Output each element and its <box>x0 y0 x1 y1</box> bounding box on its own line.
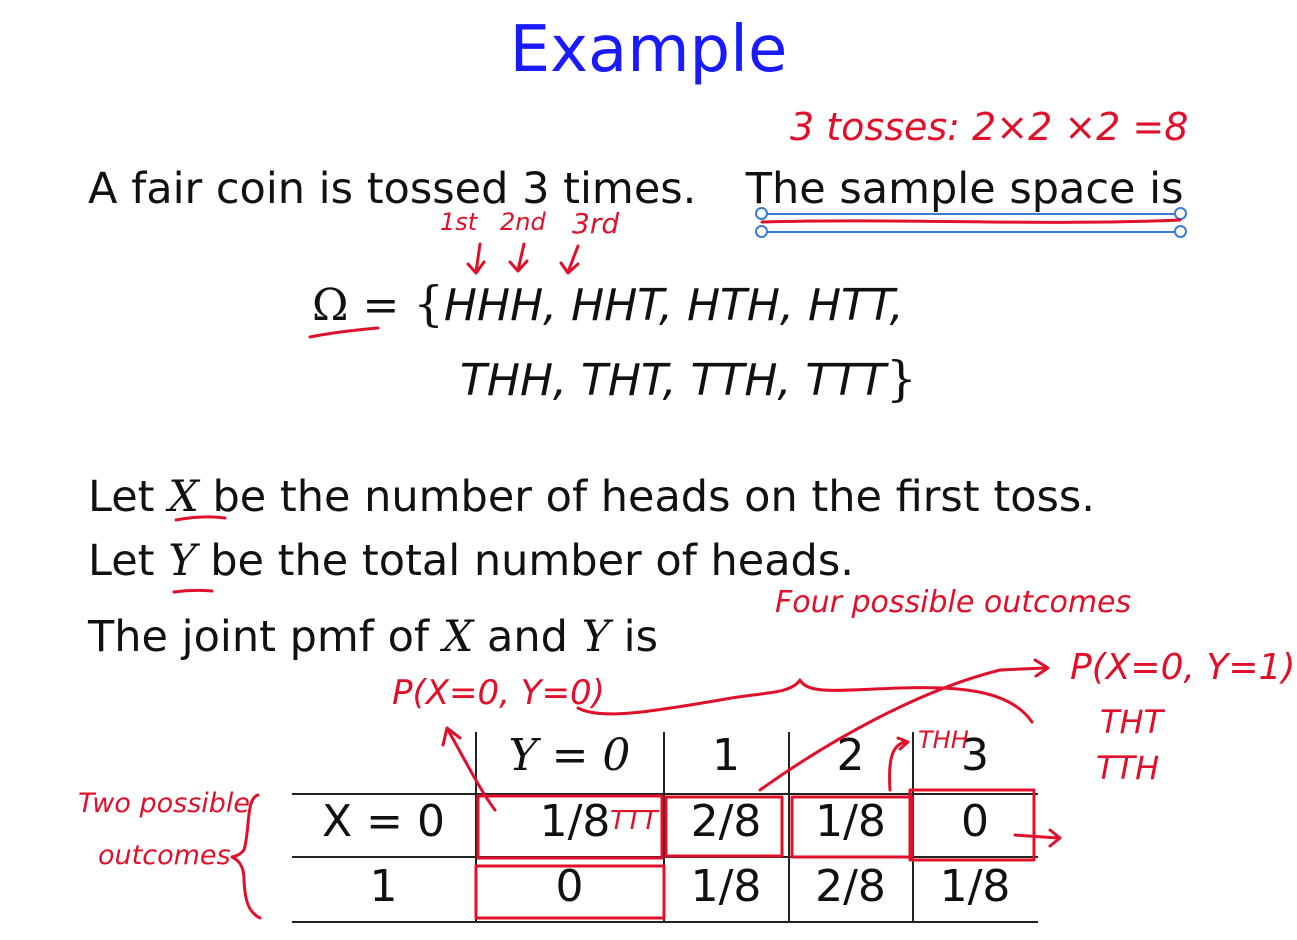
note-third: 3rd <box>572 207 620 240</box>
table-cell: 0 <box>961 796 989 847</box>
note-tth: TTH <box>1096 749 1160 787</box>
table-cell: 2/8 <box>815 861 886 912</box>
note-thh: THH <box>918 726 969 754</box>
slide: Example A fair coin is tossed 3 times. T… <box>0 0 1297 940</box>
row-label: X = 0 <box>322 796 445 847</box>
note-outcomes: outcomes <box>98 840 231 871</box>
table-rule <box>292 793 1038 795</box>
row-label: 1 <box>369 861 398 912</box>
table-rule <box>292 921 1038 923</box>
table-cell: 1/8 <box>939 861 1011 912</box>
note-four-outcomes: Four possible outcomes <box>775 585 1132 620</box>
table-cell: 2/8 <box>690 796 762 847</box>
note-p-x0-y1: P(X=0, Y=1) <box>1070 647 1296 688</box>
table-cell: 0 <box>555 861 584 912</box>
note-two-possible: Two possible <box>78 788 251 819</box>
note-p-x0-y0: P(X=0, Y=0) <box>392 673 605 713</box>
note-tosses: 3 tosses: 2×2 ×2 =8 <box>790 105 1189 149</box>
col-header: 1 <box>712 730 740 781</box>
note-second: 2nd <box>500 208 546 236</box>
note-ttt: TTT <box>610 806 658 836</box>
col-header: 2 <box>836 730 865 781</box>
note-first: 1st <box>440 208 478 236</box>
table-cell: 1/8 <box>690 861 762 912</box>
note-tht: THT <box>1100 703 1164 741</box>
col-header: Y = 0 <box>508 730 631 781</box>
table-cell: 1/8 <box>815 796 886 847</box>
table-rule <box>292 856 1038 858</box>
